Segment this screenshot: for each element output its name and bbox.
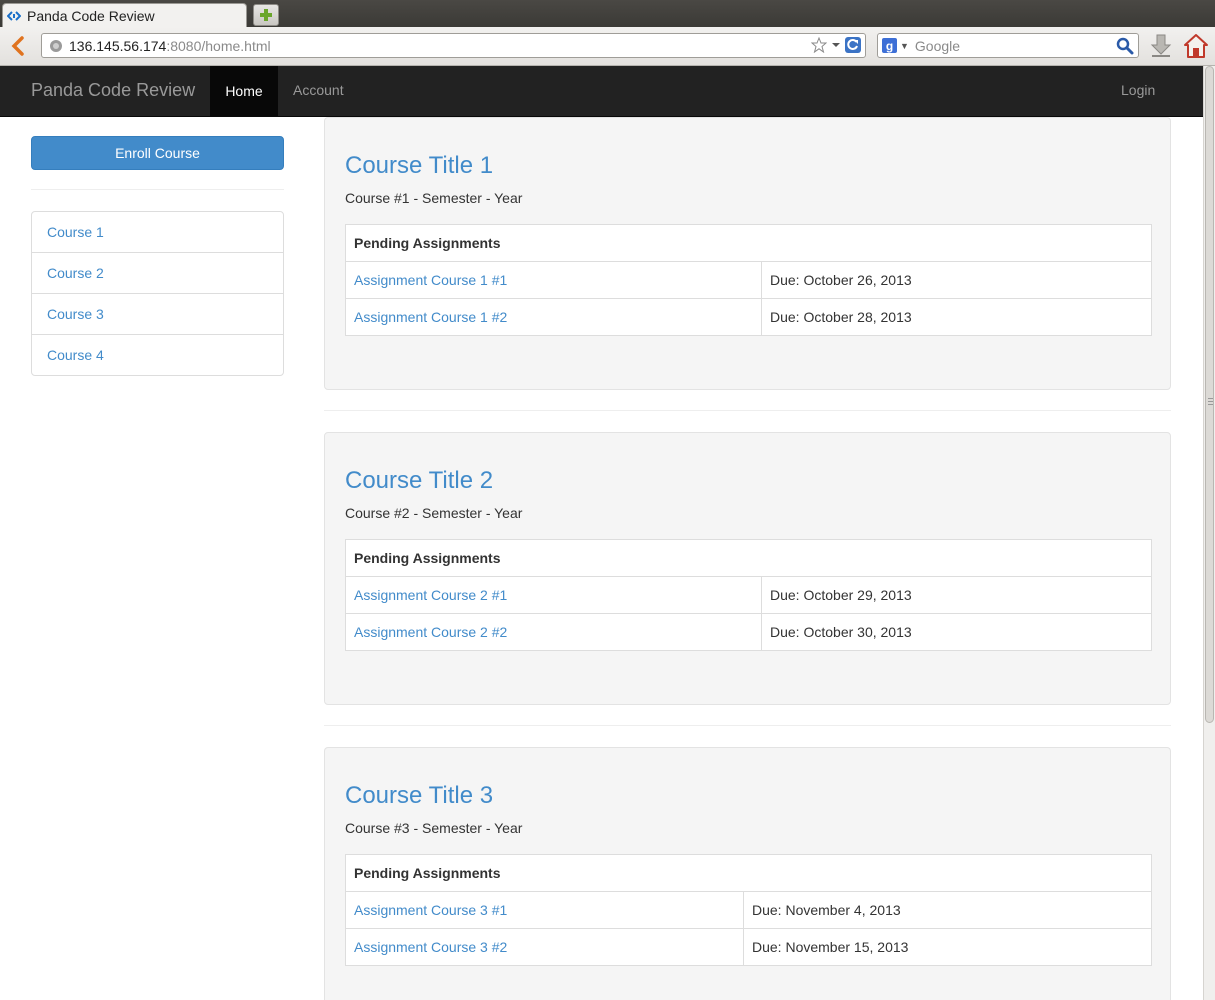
table-header: Pending Assignments <box>346 225 1151 262</box>
course-subtitle: Course #2 - Semester - Year <box>345 505 523 521</box>
google-engine-icon[interactable]: g <box>882 38 897 53</box>
due-date: Due: October 29, 2013 <box>770 587 912 603</box>
sidebar-item-course-2[interactable]: Course 2 <box>32 253 283 294</box>
table-header: Pending Assignments <box>346 540 1151 577</box>
nav-home[interactable]: Home <box>210 66 278 116</box>
course-card: Course Title 2 Course #2 - Semester - Ye… <box>324 432 1171 705</box>
page-scrollbar[interactable] <box>1203 66 1215 1000</box>
url-host: 136.145.56.174 <box>69 37 167 54</box>
sidebar-item-course-1[interactable]: Course 1 <box>32 212 283 253</box>
table-row: Assignment Course 1 #2 Due: October 28, … <box>346 299 1151 335</box>
table-row: Assignment Course 2 #1 Due: October 29, … <box>346 577 1151 614</box>
code-favicon-icon <box>7 10 21 21</box>
search-bar[interactable]: g ▼ Google <box>877 33 1139 58</box>
navbar-brand[interactable]: Panda Code Review <box>31 80 195 101</box>
download-icon[interactable] <box>1150 34 1172 58</box>
course-subtitle: Course #3 - Semester - Year <box>345 820 523 836</box>
globe-icon <box>50 39 62 52</box>
due-date: Due: November 15, 2013 <box>752 939 909 955</box>
due-date: Due: November 4, 2013 <box>752 902 901 918</box>
assignment-link[interactable]: Assignment Course 3 #2 <box>346 929 744 965</box>
search-icon[interactable] <box>1116 37 1134 55</box>
browser-tab-bar: Panda Code Review <box>0 0 1215 27</box>
course-card: Course Title 3 Course #3 - Semester - Ye… <box>324 747 1171 1000</box>
scrollbar-thumb[interactable] <box>1205 66 1214 723</box>
section-divider <box>324 410 1171 411</box>
table-row: Assignment Course 2 #2 Due: October 30, … <box>346 614 1151 650</box>
assignment-link[interactable]: Assignment Course 2 #1 <box>346 577 762 613</box>
engine-dropdown-icon[interactable]: ▼ <box>900 41 909 51</box>
assignment-link[interactable]: Assignment Course 3 #1 <box>346 892 744 928</box>
assignments-table: Pending Assignments Assignment Course 3 … <box>345 854 1152 966</box>
course-card: Course Title 1 Course #1 - Semester - Ye… <box>324 117 1171 390</box>
course-title[interactable]: Course Title 2 <box>345 467 493 495</box>
site-navbar: Panda Code Review Home Account Login <box>0 66 1203 117</box>
section-divider <box>324 725 1171 726</box>
table-row: Assignment Course 3 #1 Due: November 4, … <box>346 892 1151 929</box>
new-tab-button[interactable] <box>253 4 279 26</box>
table-row: Assignment Course 1 #1 Due: October 26, … <box>346 262 1151 299</box>
bookmark-star-icon[interactable] <box>811 37 827 53</box>
reload-icon[interactable] <box>845 37 861 53</box>
tab-title: Panda Code Review <box>27 7 155 24</box>
assignments-table: Pending Assignments Assignment Course 2 … <box>345 539 1152 651</box>
url-path: :8080/home.html <box>166 37 271 54</box>
search-placeholder: Google <box>914 37 961 54</box>
due-date: Due: October 28, 2013 <box>770 309 912 325</box>
back-button[interactable] <box>7 35 29 57</box>
assignments-table: Pending Assignments Assignment Course 1 … <box>345 224 1152 336</box>
plus-icon <box>260 9 272 21</box>
course-subtitle: Course #1 - Semester - Year <box>345 190 523 206</box>
url-bar[interactable]: 136.145.56.174:8080/home.html <box>41 33 866 58</box>
nav-account[interactable]: Account <box>293 82 344 98</box>
assignment-link[interactable]: Assignment Course 2 #2 <box>346 614 762 650</box>
due-date: Due: October 26, 2013 <box>770 272 912 288</box>
sidebar-item-course-4[interactable]: Course 4 <box>32 335 283 375</box>
back-arrow-icon <box>11 36 24 56</box>
home-icon[interactable] <box>1183 33 1209 59</box>
table-header: Pending Assignments <box>346 855 1151 892</box>
course-list: Course 1 Course 2 Course 3 Course 4 <box>31 211 284 376</box>
due-date: Due: October 30, 2013 <box>770 624 912 640</box>
course-title[interactable]: Course Title 1 <box>345 152 493 180</box>
browser-toolbar: 136.145.56.174:8080/home.html g ▼ Google <box>0 27 1215 66</box>
assignment-link[interactable]: Assignment Course 1 #1 <box>346 262 762 298</box>
sidebar-item-course-3[interactable]: Course 3 <box>32 294 283 335</box>
history-dropdown-icon[interactable] <box>831 41 841 49</box>
table-row: Assignment Course 3 #2 Due: November 15,… <box>346 929 1151 965</box>
enroll-course-button[interactable]: Enroll Course <box>31 136 284 170</box>
nav-login[interactable]: Login <box>1121 82 1155 98</box>
assignment-link[interactable]: Assignment Course 1 #2 <box>346 299 762 335</box>
sidebar-divider <box>31 189 284 190</box>
browser-tab[interactable]: Panda Code Review <box>2 3 247 27</box>
course-title[interactable]: Course Title 3 <box>345 782 493 810</box>
